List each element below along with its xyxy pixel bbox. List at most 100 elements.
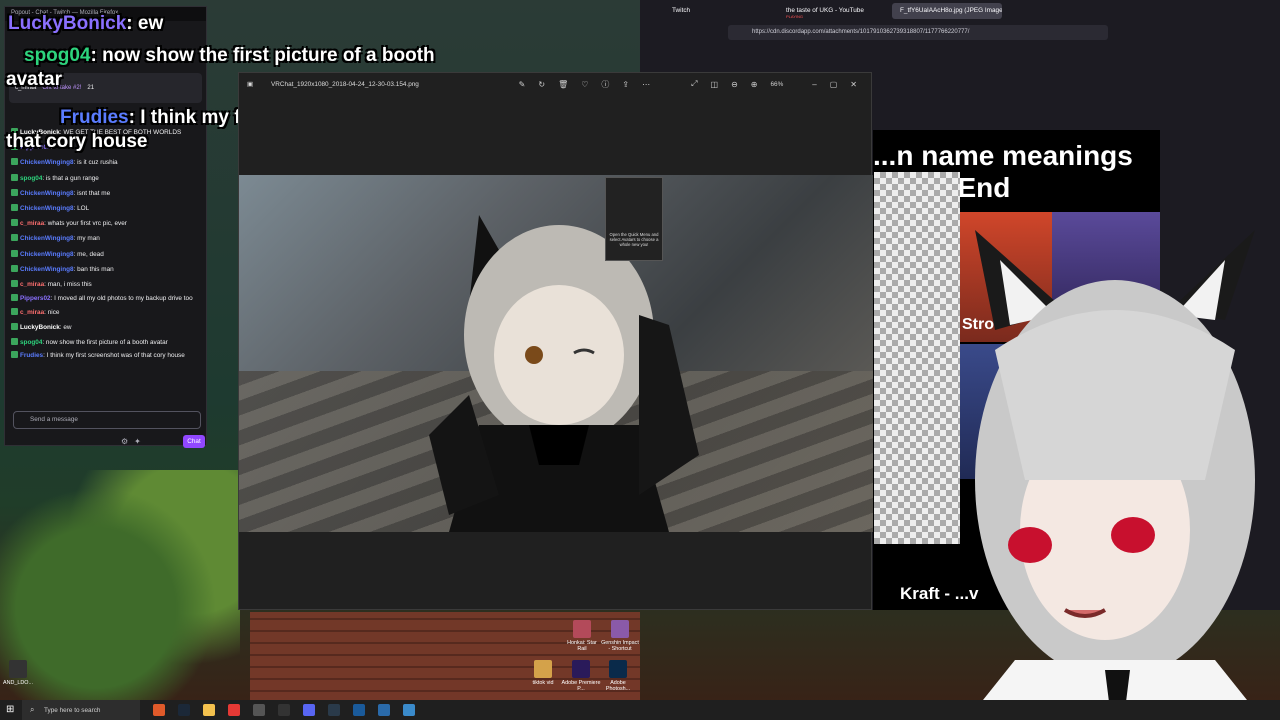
chat-text: : whats your first vrc pic, ever [44, 220, 127, 228]
fullscreen-icon[interactable]: ⤢ [691, 79, 697, 89]
discord-taskbar-icon[interactable] [303, 704, 315, 716]
chat-username[interactable]: ChickenWinging8 [20, 205, 74, 212]
app4-taskbar-icon[interactable] [353, 704, 365, 716]
favorite-icon[interactable]: ♡ [581, 80, 588, 89]
desktop-icon-file[interactable]: AND_LDO... [0, 660, 38, 686]
vscode-taskbar-icon[interactable] [378, 704, 390, 716]
desktop-icon-tiktok[interactable]: tiktok vid [523, 660, 563, 686]
obs-taskbar-icon[interactable] [253, 704, 265, 716]
chat-message: LuckyBonick: ew [5, 320, 208, 335]
desktop-icon-label: Genshin Impact - Shortcut [601, 640, 639, 652]
rotate-icon[interactable]: ↻ [538, 80, 545, 89]
chat-badge-icon [11, 219, 18, 227]
desktop-icon-genshin[interactable]: Genshin Impact - Shortcut [600, 620, 640, 652]
firefox-tabbar: Twitch the taste of UKG - YouTube PLAYING F… [640, 0, 1280, 22]
chat-badge-icon [11, 204, 18, 212]
gallery-icon[interactable]: ▣ [247, 80, 253, 88]
app2-taskbar-icon[interactable] [278, 704, 290, 716]
chat-text: : I moved all my old photos to my backup… [50, 295, 193, 303]
share-icon[interactable]: ⇪ [622, 80, 629, 89]
app-taskbar-icon[interactable] [228, 704, 240, 716]
image-viewer-window: ▣ VRChat_1920x1080_2018-04-24_12-30-03.1… [238, 72, 873, 610]
quick-menu-sign: Open the Quick Menu and select Avatars t… [605, 177, 663, 261]
chat-message: ChickenWinging8: my man [5, 231, 208, 246]
chat-badge-icon [11, 308, 18, 316]
browser-tab[interactable]: Twitch [664, 3, 774, 19]
chat-text: : is that a gun range [42, 174, 99, 182]
chat-username[interactable]: LuckyBonick [20, 324, 60, 331]
chat-message: Pippers02: I moved all my old photos to … [5, 292, 208, 305]
chat-username[interactable]: Pippers02 [20, 295, 51, 302]
search-icon: ⌕ [30, 705, 35, 714]
desktop-icon-photoshop[interactable]: Adobe Photosh... [598, 660, 638, 692]
transparent-window [874, 172, 960, 544]
close-icon[interactable]: ✕ [850, 80, 857, 89]
browser-tab[interactable]: F_tfY6UaIAAcH8o.jpg (JPEG Image... [892, 3, 1002, 19]
chat-text: : LOL [73, 205, 90, 213]
chat-username[interactable]: ChickenWinging8 [20, 266, 74, 273]
url-bar[interactable]: https://cdn.discordapp.com/attachments/1… [728, 25, 1108, 40]
minimize-icon[interactable]: – [812, 80, 816, 89]
steam-taskbar-icon[interactable] [178, 704, 190, 716]
browser-tab[interactable]: the taste of UKG - YouTube PLAYING [778, 3, 888, 19]
avatar-character-illustration [429, 215, 699, 532]
chat-text: : nice [44, 309, 60, 317]
chat-username[interactable]: ChickenWinging8 [20, 190, 74, 197]
edit-icon[interactable]: ✎ [519, 80, 526, 89]
premiere-icon [572, 660, 590, 678]
chat-tool-icons[interactable]: ⚙✦ [121, 437, 147, 446]
desktop-icon-premiere[interactable]: Adobe Premiere P... [561, 660, 601, 692]
chat-username[interactable]: ChickenWinging8 [20, 159, 74, 166]
file-icon [9, 660, 27, 678]
desktop-icon-label: AND_LDO... [3, 680, 33, 686]
more-icon[interactable]: ⋯ [642, 80, 650, 89]
overlay-user-1: LuckyBonick [8, 13, 127, 34]
info-icon[interactable]: ⓘ [601, 79, 609, 90]
chat-text: : ban this man [73, 265, 114, 273]
overlay-user-2: spog04 [24, 45, 91, 66]
chat-message: ChickenWinging8: ban this man [5, 262, 208, 277]
taskbar-search[interactable]: ⌕ Type here to search [22, 700, 140, 720]
chat-text: : is it cuz rushia [73, 159, 118, 167]
chat-message: ChickenWinging8: LOL [5, 201, 208, 216]
chat-username[interactable]: c_miraa [20, 281, 44, 288]
desktop-icon-honkai[interactable]: Honkai: Star Rail [562, 620, 602, 652]
chat-badge-icon [11, 337, 18, 345]
chat-message-input[interactable]: Send a message [13, 411, 201, 429]
chat-username[interactable]: c_miraa [20, 220, 44, 227]
chat-message: spog04: is that a gun range [5, 171, 208, 186]
zoom-level[interactable]: 66% [770, 81, 783, 88]
start-icon[interactable]: ⊞ [6, 704, 14, 715]
chat-send-button[interactable]: Chat [183, 435, 205, 448]
photoshop-icon [609, 660, 627, 678]
compare-icon[interactable]: ◫ [711, 80, 719, 89]
zoom-out-icon[interactable]: ⊖ [731, 80, 738, 89]
chat-username[interactable]: ChickenWinging8 [20, 251, 74, 258]
chat-badge-icon [11, 158, 18, 166]
chat-text: : ew [59, 324, 72, 332]
explorer-taskbar-icon[interactable] [203, 704, 215, 716]
viewer-toolbar: ▣ VRChat_1920x1080_2018-04-24_12-30-03.1… [239, 73, 871, 95]
chat-text: : now show the first picture of a booth … [42, 338, 168, 346]
search-placeholder: Type here to search [44, 706, 101, 714]
desktop-icon-label: Adobe Premiere P... [561, 680, 601, 692]
photos-taskbar-icon[interactable] [403, 704, 415, 716]
chat-username[interactable]: ChickenWinging8 [20, 235, 74, 242]
zoom-in-icon[interactable]: ⊕ [751, 80, 758, 89]
chat-message: c_miraa: nice [5, 305, 208, 320]
chat-username[interactable]: Frudies [20, 352, 43, 359]
desktop-icon-label: Honkai: Star Rail [567, 640, 597, 652]
chat-badge-icon [11, 249, 18, 257]
chat-text: : isnt that me [73, 189, 111, 197]
chat-text: : man, i miss this [44, 281, 92, 289]
chat-username[interactable]: spog04 [20, 339, 42, 346]
firefox-taskbar-icon[interactable] [153, 704, 165, 716]
chat-badge-icon [11, 350, 18, 358]
delete-icon[interactable]: 🗑 [558, 80, 568, 89]
folder-icon [534, 660, 552, 678]
maximize-icon[interactable]: ▢ [830, 80, 838, 89]
chat-username[interactable]: c_miraa [20, 309, 44, 316]
app3-taskbar-icon[interactable] [328, 704, 340, 716]
chat-input-placeholder: Send a message [30, 416, 78, 423]
chat-username[interactable]: spog04 [20, 175, 42, 182]
